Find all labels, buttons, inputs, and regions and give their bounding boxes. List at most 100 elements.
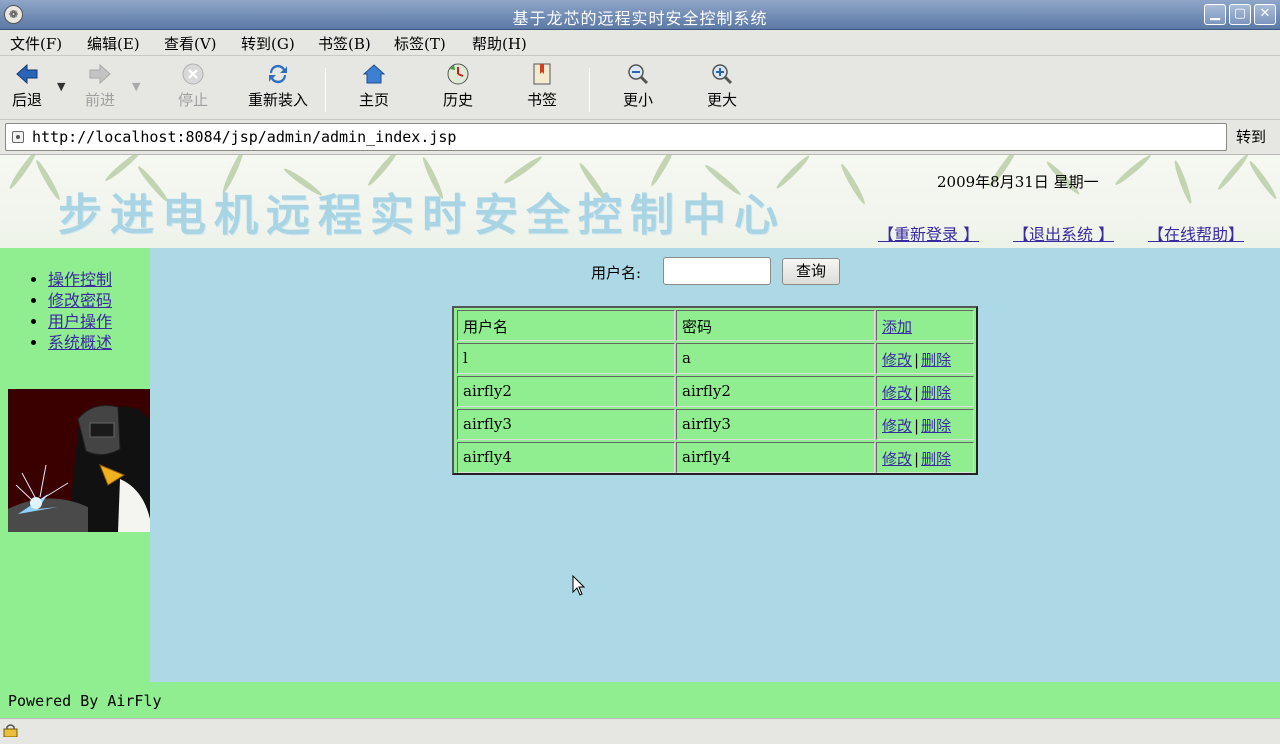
stop-icon <box>182 63 204 85</box>
zoom-out-icon <box>628 64 649 85</box>
powered-by-text: Powered By AirFly <box>8 692 162 710</box>
web-page: 步进电机远程实时安全控制中心 2009年8月31日 星期一 【重新登录 】 【退… <box>0 155 1280 718</box>
mouse-cursor-icon <box>572 575 586 596</box>
address-bar: http://localhost:8084/jsp/admin/admin_in… <box>0 120 1280 155</box>
zoom-out-button[interactable]: 更小 <box>598 62 678 110</box>
header-username: 用户名 <box>463 318 509 336</box>
sidebar-item-system-overview: 系统概述 <box>48 329 112 352</box>
reload-label: 重新装入 <box>247 91 308 109</box>
header-username-cell: 用户名 <box>457 310 675 341</box>
edit-user-link[interactable]: 修改 <box>882 384 912 402</box>
bamboo-leaf <box>7 155 39 191</box>
bookmarks-button[interactable]: 书签 <box>502 62 582 110</box>
welding-penguin-image <box>8 389 150 532</box>
bamboo-leaf <box>1215 155 1251 192</box>
minimize-button[interactable]: ▁ <box>1204 4 1226 25</box>
close-button[interactable]: ✕ <box>1254 4 1276 25</box>
sidebar-item-operation-control: 操作控制 <box>48 266 112 289</box>
menu-bookmarks[interactable]: 书签(B) <box>318 33 371 54</box>
zoom-in-button[interactable]: 更大 <box>682 62 762 110</box>
edit-user-link[interactable]: 修改 <box>882 450 912 468</box>
menu-bar: 文件(F) 编辑(E) 查看(V) 转到(G) 书签(B) 标签(T) 帮助(H… <box>0 30 1280 56</box>
action-separator: | <box>914 417 920 435</box>
home-label: 主页 <box>358 91 389 109</box>
reload-icon <box>269 64 287 84</box>
stop-label: 停止 <box>177 91 208 109</box>
action-separator: | <box>914 351 920 369</box>
table-row-actions-cell: 修改 | 删除 <box>876 409 974 440</box>
password-value: airfly3 <box>682 415 731 433</box>
page-footer: Powered By AirFly <box>0 682 1280 718</box>
forward-history-dropdown-icon[interactable]: ▼ <box>132 80 140 93</box>
menu-view[interactable]: 查看(V) <box>164 33 217 54</box>
username-value: airfly2 <box>463 382 512 400</box>
banner-title: 步进电机远程实时安全控制中心 <box>58 190 786 241</box>
system-overview-link[interactable]: 系统概述 <box>48 333 112 352</box>
username-search-input[interactable] <box>663 257 771 285</box>
user-table: 用户名 密码 添加 l a 修改 | 删除 airfly2 airfly2 修改 | 删除 airfly3… <box>452 306 978 475</box>
delete-user-link[interactable]: 删除 <box>921 450 951 468</box>
bamboo-leaf <box>838 162 868 206</box>
delete-user-link[interactable]: 删除 <box>921 351 951 369</box>
table-row-actions-cell: 修改 | 删除 <box>876 376 974 407</box>
table-row-username-cell: airfly2 <box>457 376 675 407</box>
header-add-cell: 添加 <box>876 310 974 341</box>
go-button[interactable]: 转到 <box>1236 126 1266 147</box>
history-icon <box>447 63 469 85</box>
home-icon <box>362 64 386 84</box>
toolbar-separator <box>589 68 590 112</box>
toolbar-separator <box>325 68 326 112</box>
username-value: airfly4 <box>463 448 512 466</box>
stop-button[interactable]: 停止 <box>153 62 233 110</box>
table-row-password-cell: airfly4 <box>676 442 875 473</box>
history-label: 历史 <box>442 91 473 109</box>
menu-edit[interactable]: 编辑(E) <box>87 33 140 54</box>
online-help-link[interactable]: 【在线帮助】 <box>1148 221 1244 245</box>
edit-user-link[interactable]: 修改 <box>882 417 912 435</box>
history-button[interactable]: 历史 <box>418 62 498 110</box>
menu-tabs[interactable]: 标签(T) <box>394 33 446 54</box>
table-row-actions-cell: 修改 | 删除 <box>876 343 974 374</box>
security-lock-icon[interactable] <box>3 724 18 737</box>
site-identity-icon[interactable] <box>12 131 24 143</box>
menu-help[interactable]: 帮助(H) <box>472 33 527 54</box>
table-row-username-cell: airfly3 <box>457 409 675 440</box>
table-row-actions-cell: 修改 | 删除 <box>876 442 974 473</box>
zoom-out-label: 更小 <box>622 91 653 109</box>
sidebar: 操作控制 修改密码 用户操作 系统概述 <box>0 248 150 682</box>
username-value: airfly3 <box>463 415 512 433</box>
page-banner: 步进电机远程实时安全控制中心 2009年8月31日 星期一 【重新登录 】 【退… <box>0 155 1280 248</box>
forward-button[interactable]: 前进 <box>60 62 140 110</box>
action-separator: | <box>914 384 920 402</box>
header-password-cell: 密码 <box>676 310 875 341</box>
logout-link[interactable]: 【退出系统 】 <box>1013 221 1114 245</box>
window-titlebar: ❁ 基于龙芯的远程实时安全控制系统 ▁ ▢ ✕ <box>0 0 1280 30</box>
back-arrow-icon <box>16 63 38 85</box>
delete-user-link[interactable]: 删除 <box>921 384 951 402</box>
password-value: a <box>682 349 691 367</box>
delete-user-link[interactable]: 删除 <box>921 417 951 435</box>
maximize-button[interactable]: ▢ <box>1229 4 1251 25</box>
sidebar-menu: 操作控制 修改密码 用户操作 系统概述 <box>32 266 112 352</box>
menu-file[interactable]: 文件(F) <box>10 33 62 54</box>
url-text[interactable]: http://localhost:8084/jsp/admin/admin_in… <box>32 128 456 146</box>
edit-user-link[interactable]: 修改 <box>882 351 912 369</box>
url-field[interactable]: http://localhost:8084/jsp/admin/admin_in… <box>5 123 1227 151</box>
reload-button[interactable]: 重新装入 <box>238 62 318 110</box>
bamboo-leaf <box>1247 159 1279 201</box>
password-value: airfly4 <box>682 448 731 466</box>
window-title: 基于龙芯的远程实时安全控制系统 <box>512 9 768 28</box>
zoom-in-label: 更大 <box>706 91 737 109</box>
bamboo-leaf <box>1113 155 1153 188</box>
table-row-password-cell: airfly3 <box>676 409 875 440</box>
sidebar-item-user-operation: 用户操作 <box>48 308 112 331</box>
table-row-password-cell: a <box>676 343 875 374</box>
query-button[interactable]: 查询 <box>782 258 840 285</box>
add-user-link[interactable]: 添加 <box>882 318 912 336</box>
navigation-toolbar: 后退 ▼ 前进 ▼ 停止 重新装入 主页 历史 书签 更小 更大 <box>0 56 1280 120</box>
home-button[interactable]: 主页 <box>334 62 414 110</box>
relogin-link[interactable]: 【重新登录 】 <box>878 221 979 245</box>
table-row-username-cell: l <box>457 343 675 374</box>
menu-go[interactable]: 转到(G) <box>241 33 295 54</box>
action-separator: | <box>914 450 920 468</box>
